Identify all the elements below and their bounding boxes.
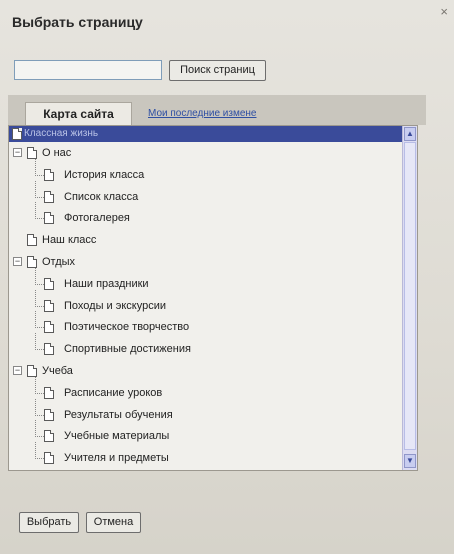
tree-item[interactable]: Поэтическое творчество [9,311,399,337]
tree-connector [35,398,44,416]
tree-scrollbar[interactable]: ▲ ▼ [402,126,417,470]
tree-item[interactable]: Спортивные достижения [9,333,399,359]
tree-item[interactable]: Наш класс [9,230,399,250]
tree-connector [35,376,44,394]
tab-my-recent-changes[interactable]: Мои последние измене [148,108,257,119]
tree-item-label: История класса [64,168,145,181]
tree-item[interactable]: Учебные материалы [9,420,399,446]
tree-root-label: Классная жизнь [24,128,99,139]
search-input[interactable] [14,60,162,80]
tree-connector [35,158,44,176]
tree-item-label: Расписание уроков [64,386,163,399]
tree-connector [35,202,44,220]
page-icon [27,365,37,377]
search-pages-button[interactable]: Поиск страниц [169,60,266,81]
page-icon [44,343,54,356]
page-icon [44,452,54,465]
tree-item[interactable]: Учителя и предметы [9,442,399,468]
tree-item-label: Учителя и предметы [64,452,169,465]
tree-item[interactable]: Походы и экскурсии [9,289,399,316]
tree-connector [35,289,44,307]
tree-item-label: Результаты обучения [64,408,173,421]
tree-item[interactable]: Список класса [9,180,399,207]
tree-item-label: Список класса [64,190,139,203]
dialog-title: Выбрать страницу [12,14,143,30]
tree-connector [35,442,44,460]
scroll-up-icon[interactable]: ▲ [404,127,416,141]
tree-item-label: Поэтическое творчество [64,321,190,334]
tree-item-label: Походы и экскурсии [64,299,167,312]
page-icon [27,234,37,247]
page-icon [44,299,54,312]
tree-item[interactable]: Наши праздники [9,267,399,294]
collapse-icon[interactable]: − [13,257,22,266]
tree-connector [35,267,44,285]
tree-connector [35,333,44,351]
site-map-tree: Классная жизнь − О нас История класса Списо… [8,125,418,471]
close-icon[interactable]: × [440,4,448,19]
tree-item-label: Наши праздники [64,277,149,290]
page-icon [44,190,54,203]
tree-item-label: Учеба [42,365,73,377]
tree-item[interactable]: − Учеба [9,361,399,381]
scroll-down-icon[interactable]: ▼ [404,454,416,468]
tree-item[interactable]: − О нас [9,143,399,163]
tree-connector [35,311,44,329]
tree-item[interactable]: История класса [9,158,399,185]
tree-connector [35,180,44,198]
page-icon [27,147,37,159]
tree-item-label: О нас [42,147,72,159]
select-page-dialog: × Выбрать страницу Поиск страниц Карта с… [0,0,454,554]
tab-strip: Карта сайта Мои последние измене [8,95,426,125]
page-icon [44,408,54,421]
tree-item-label: Спортивные достижения [64,343,191,356]
collapse-icon[interactable]: − [13,148,22,157]
scroll-thumb[interactable] [404,142,416,450]
tree-item[interactable]: Результаты обучения [9,398,399,425]
page-icon [44,321,54,334]
tree-item[interactable]: Расписание уроков [9,376,399,403]
page-icon [44,386,54,399]
tree-item-label: Наш класс [42,234,97,247]
page-icon [44,168,54,181]
page-icon [27,256,37,268]
tree-item-label: Фотогалерея [64,212,130,225]
page-icon [12,128,22,140]
tree-root-row[interactable]: Классная жизнь [9,126,402,142]
page-icon [44,212,54,225]
page-icon [44,277,54,290]
tree-item[interactable]: − Отдых [9,252,399,272]
tree-connector [35,420,44,438]
cancel-button[interactable]: Отмена [86,512,141,533]
collapse-icon[interactable]: − [13,366,22,375]
select-button[interactable]: Выбрать [19,512,79,533]
tab-site-map[interactable]: Карта сайта [25,102,132,125]
tree-item[interactable]: Фотогалерея [9,202,399,228]
tree-item-label: Отдых [42,256,76,268]
tree-item-label: Учебные материалы [64,430,170,443]
page-icon [44,430,54,443]
